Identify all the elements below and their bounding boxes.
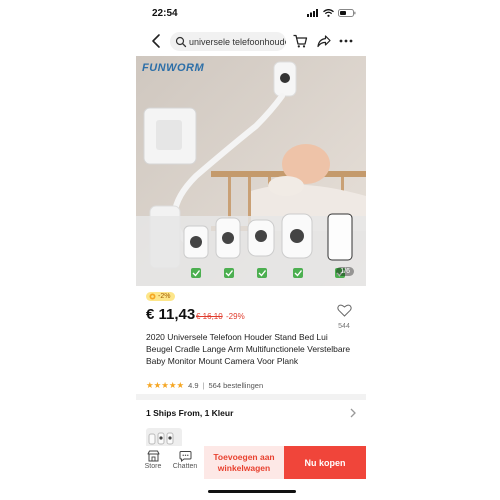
chat-label: Chatten — [172, 463, 198, 470]
app-screen: 22:54 universele telefoonhouder FUNWORM … — [136, 0, 366, 500]
add-to-cart-button[interactable]: Toevoegen aan winkelwagen — [204, 446, 284, 479]
variant-image — [148, 432, 174, 445]
status-time: 22:54 — [152, 8, 178, 19]
buy-now-button[interactable]: Nu kopen — [284, 446, 366, 479]
chevron-right-icon — [350, 408, 356, 418]
section-divider — [136, 394, 366, 400]
wifi-icon — [323, 9, 334, 17]
chat-icon — [179, 451, 191, 462]
product-gallery[interactable]: FUNWORM 1/6 — [136, 56, 366, 286]
chat-tab[interactable]: Chatten — [170, 450, 200, 470]
search-input[interactable] — [187, 36, 286, 47]
rating-value: 4.9 — [188, 381, 199, 390]
original-price: € 16,10 — [196, 312, 223, 321]
more-icon[interactable] — [338, 33, 354, 49]
top-nav — [136, 30, 366, 54]
search-icon — [175, 36, 187, 47]
discount-percentage: -29% — [226, 312, 245, 321]
product-title: 2020 Universele Telefoon Houder Stand Be… — [146, 332, 351, 366]
home-indicator — [208, 490, 296, 493]
signal-icon — [307, 9, 318, 17]
cart-icon[interactable] — [292, 33, 308, 49]
bottom-action-bar: Store Chatten Toevoegen aan winkelwagen … — [136, 446, 366, 480]
heart-icon — [336, 304, 352, 317]
wishlist-count: 544 — [338, 323, 350, 330]
coin-icon — [149, 293, 156, 300]
shipping-variant-row[interactable]: 1 Ships From, 1 Kleur — [146, 405, 358, 423]
shipping-label: 1 Ships From, 1 Kleur — [146, 408, 234, 418]
battery-icon — [338, 9, 356, 17]
order-count: 564 bestellingen — [208, 381, 264, 390]
rating-row[interactable]: ★★★★★ 4.9 | 564 bestellingen — [146, 380, 263, 391]
badge-label: -2% — [158, 293, 171, 300]
wishlist-button[interactable]: 544 — [332, 304, 356, 330]
store-icon — [147, 450, 159, 462]
store-tab[interactable]: Store — [138, 450, 168, 470]
rating-separator: | — [202, 381, 205, 390]
status-bar: 22:54 — [136, 0, 366, 26]
back-icon[interactable] — [148, 32, 166, 50]
search-box[interactable] — [170, 32, 286, 51]
coin-discount-badge: -2% — [146, 292, 176, 301]
rating-stars: ★★★★★ — [146, 380, 185, 390]
store-label: Store — [144, 463, 162, 470]
add-to-cart-line1: Toevoegen aan — [213, 451, 275, 462]
current-price: € 11,43 — [146, 306, 196, 323]
status-indicators — [307, 9, 356, 17]
image-counter: 1/6 — [336, 267, 354, 276]
brand-watermark: FUNWORM — [142, 62, 205, 74]
add-to-cart-line2: winkelwagen — [217, 462, 271, 473]
variant-thumbnail[interactable] — [146, 428, 182, 448]
share-icon[interactable] — [316, 33, 332, 49]
product-image — [136, 56, 366, 286]
